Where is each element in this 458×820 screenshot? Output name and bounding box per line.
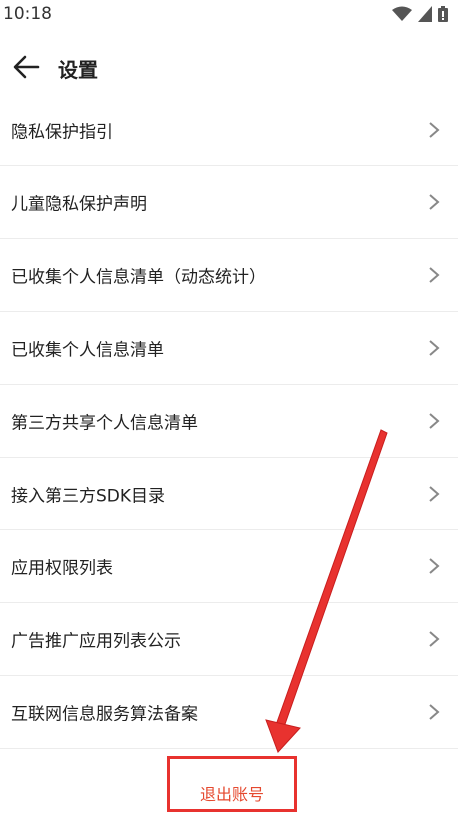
chevron-right-icon bbox=[429, 339, 440, 356]
chevron-right-icon bbox=[429, 558, 440, 575]
settings-item-app-permissions[interactable]: 应用权限列表 bbox=[0, 530, 458, 604]
settings-item-label: 已收集个人信息清单 bbox=[11, 340, 164, 361]
wifi-icon bbox=[392, 6, 412, 21]
logout-button[interactable]: 退出账号 bbox=[167, 756, 297, 812]
page-title: 设置 bbox=[58, 58, 98, 82]
settings-item-collected-info-dynamic[interactable]: 已收集个人信息清单（动态统计） bbox=[0, 239, 458, 312]
settings-item-collected-info[interactable]: 已收集个人信息清单 bbox=[0, 312, 458, 385]
chevron-right-icon bbox=[429, 267, 440, 283]
chevron-right-icon bbox=[429, 631, 440, 648]
app-header: 设置 bbox=[0, 42, 458, 92]
battery-icon bbox=[438, 6, 448, 22]
settings-item-label: 隐私保护指引 bbox=[11, 122, 113, 142]
chevron-right-icon bbox=[429, 485, 440, 502]
chevron-right-icon bbox=[429, 121, 440, 138]
signal-icon bbox=[418, 6, 432, 22]
settings-list: 隐私保护指引 儿童隐私保护声明 已收集个人信息清单（动态统计） 已收集个人信息清… bbox=[0, 94, 458, 750]
logout-label: 退出账号 bbox=[199, 785, 264, 804]
settings-item-label: 接入第三方SDK目录 bbox=[11, 486, 166, 506]
settings-item-label: 第三方共享个人信息清单 bbox=[11, 413, 198, 434]
settings-item-privacy-guide[interactable]: 隐私保护指引 bbox=[0, 94, 458, 166]
chevron-right-icon bbox=[429, 194, 440, 210]
status-icons bbox=[392, 6, 448, 22]
settings-item-child-privacy[interactable]: 儿童隐私保护声明 bbox=[0, 166, 458, 239]
settings-item-label: 互联网信息服务算法备案 bbox=[11, 704, 198, 725]
chevron-right-icon bbox=[429, 412, 440, 429]
settings-item-label: 已收集个人信息清单（动态统计） bbox=[11, 267, 266, 288]
settings-item-third-party-shared[interactable]: 第三方共享个人信息清单 bbox=[0, 385, 458, 458]
chevron-right-icon bbox=[429, 704, 440, 720]
settings-item-label: 广告推广应用列表公示 bbox=[11, 631, 181, 652]
status-time: 10:18 bbox=[3, 4, 52, 24]
status-bar: 10:18 bbox=[0, 0, 458, 30]
settings-item-sdk-directory[interactable]: 接入第三方SDK目录 bbox=[0, 458, 458, 531]
back-arrow-icon[interactable] bbox=[12, 54, 40, 80]
settings-item-label: 儿童隐私保护声明 bbox=[11, 194, 147, 215]
settings-item-label: 应用权限列表 bbox=[11, 558, 113, 579]
settings-item-algorithm-filing[interactable]: 互联网信息服务算法备案 bbox=[0, 676, 458, 750]
settings-item-ad-apps[interactable]: 广告推广应用列表公示 bbox=[0, 603, 458, 677]
